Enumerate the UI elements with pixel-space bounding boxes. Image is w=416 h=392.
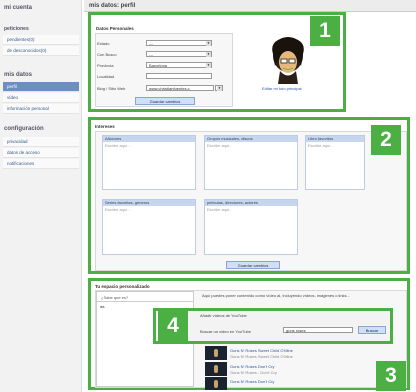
interest-box-music[interactable]: Grupos musicales, discos Escribe aquí... xyxy=(204,135,298,190)
interests-title: Intereses xyxy=(95,124,115,129)
website-input[interactable]: www.christianfuentes.c xyxy=(146,85,214,91)
field-label-localidad: Localidad xyxy=(97,74,115,79)
video-thumbnail[interactable] xyxy=(205,377,227,390)
field-label-estado: Estado xyxy=(97,41,110,46)
interest-placeholder: Escribe aquí... xyxy=(308,143,334,148)
custom-title: Tu espacio personalizado xyxy=(95,284,150,289)
sidebar-item-personal-info[interactable]: información personal xyxy=(3,104,79,114)
interest-placeholder: Escribe aquí... xyxy=(105,143,131,148)
localidad-input[interactable] xyxy=(146,73,212,79)
video-title[interactable]: Guns N' Roses Don't Cry xyxy=(230,364,274,369)
interest-placeholder: Escribe aquí... xyxy=(207,207,233,212)
video-thumbnail[interactable] xyxy=(205,346,227,360)
interest-box-hobbies[interactable]: Aficiones Escribe aquí... xyxy=(102,135,196,190)
sidebar-mydata-title: mis datos xyxy=(4,72,33,78)
video-thumbnail[interactable] xyxy=(205,362,227,376)
avatar[interactable] xyxy=(268,36,308,84)
sidebar-item-video[interactable]: vídeo xyxy=(3,93,79,103)
field-label-provincia: Provincia xyxy=(97,63,114,68)
save-personal-button[interactable]: Guardar cambios xyxy=(135,97,195,105)
custom-help-text: Aquí puedes poner contenido como vídeo a… xyxy=(202,293,350,298)
badge-4: 4 xyxy=(158,311,188,341)
sidebar-config-title: configuración xyxy=(4,126,44,132)
sidebar-item-access[interactable]: datos de acceso xyxy=(3,148,79,158)
sidebar-item-strangers[interactable]: de desconocidos(0) xyxy=(3,46,79,56)
sidebar-requests-title: peticiones xyxy=(4,26,29,32)
provincia-select[interactable]: Barcelona ▼ xyxy=(146,62,212,68)
custom-side-label: ¿Sabe que es? xyxy=(97,292,193,302)
interest-box-books[interactable]: Libro favoritos Escribe aquí... xyxy=(305,135,365,190)
field-label-busco: Con Busco xyxy=(97,52,117,57)
youtube-panel xyxy=(156,311,390,341)
video-subtitle: Guns N' Roses Sweet Child O'Mine xyxy=(230,354,293,359)
website-select[interactable]: ▼ xyxy=(215,85,223,91)
badge-1: 1 xyxy=(310,16,340,46)
video-title[interactable]: Guns N' Roses Sweet Child O'Mine xyxy=(230,348,293,353)
sidebar-item-profile[interactable]: perfil xyxy=(3,82,79,92)
page-header: mis datos: perfil xyxy=(84,0,416,12)
badge-3: 3 xyxy=(376,361,406,391)
sidebar-item-pending[interactable]: pendientes(0) xyxy=(3,35,79,45)
youtube-search-input[interactable]: guns roses xyxy=(283,327,353,333)
video-subtitle: Guns N' Roses - Don't Cry xyxy=(230,370,277,375)
chevron-down-icon: ▼ xyxy=(217,86,222,91)
badge-2: 2 xyxy=(371,125,401,155)
chevron-down-icon: ▼ xyxy=(206,63,211,68)
sidebar: mi cuenta peticiones pendientes(0) de de… xyxy=(0,0,82,392)
page-title: mis datos: perfil xyxy=(89,3,136,9)
sidebar-item-privacy[interactable]: privacidad xyxy=(3,137,79,147)
search-video-label: Buscar un video en YouTube xyxy=(200,329,252,334)
personal-title: Datos Personales xyxy=(96,26,134,31)
interest-box-movies[interactable]: películas, directores, actores Escribe a… xyxy=(204,199,298,255)
estado-select[interactable]: --- ▼ xyxy=(146,40,212,46)
youtube-search-button[interactable]: Buscar xyxy=(358,326,386,334)
add-video-label: Añadir vídeos de YouTube xyxy=(200,313,247,318)
interest-placeholder: Escribe aquí... xyxy=(207,143,233,148)
chevron-down-icon: ▼ xyxy=(206,41,211,46)
sidebar-account-title: mi cuenta xyxy=(4,5,33,11)
change-photo-link[interactable]: Editar mi foto principal xyxy=(262,86,302,91)
sidebar-item-notifications[interactable]: notificaciones xyxy=(3,159,79,169)
video-title[interactable]: Guns N' Roses Don't Cry xyxy=(230,379,274,384)
save-interests-button[interactable]: Guardar cambios xyxy=(226,261,280,269)
field-label-web: Blog / Sitio Web xyxy=(97,86,126,91)
interest-box-series[interactable]: Series favoritas, géneros Escribe aquí..… xyxy=(102,199,196,255)
interest-placeholder: Escribe aquí... xyxy=(105,207,131,212)
chevron-down-icon: ▼ xyxy=(206,52,211,57)
busco-select[interactable]: --- ▼ xyxy=(146,51,212,57)
